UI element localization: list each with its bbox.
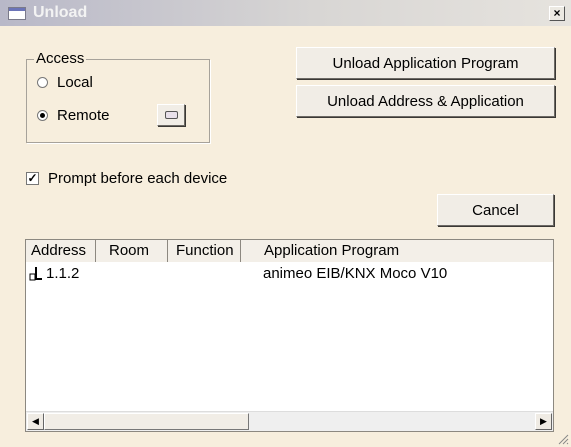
access-legend: Access [34,50,87,67]
radio-local-label: Local [57,74,93,91]
radio-local[interactable]: Local [37,74,93,91]
radio-remote-circle[interactable] [37,110,48,121]
column-application-program[interactable]: Application Program [259,240,553,262]
radio-remote[interactable]: Remote [37,107,110,124]
prompt-label: Prompt before each device [48,170,228,187]
access-groupbox [26,59,210,143]
connection-settings-button[interactable] [157,104,185,126]
scroll-left-button[interactable]: ◀ [27,413,44,430]
unload-application-button[interactable]: Unload Application Program [296,47,555,79]
title-bar[interactable]: Unload × [0,0,571,26]
prompt-checkbox-row[interactable]: ✓ Prompt before each device [26,170,227,187]
prompt-checkbox[interactable]: ✓ [26,172,39,185]
port-icon [164,111,178,119]
row-application: animeo EIB/KNX Moco V10 [263,265,448,282]
scroll-thumb[interactable] [44,413,249,430]
unload-address-application-button[interactable]: Unload Address & Application [296,85,555,117]
window-title: Unload [33,4,88,21]
device-list[interactable]: Address Room Function Application Progra… [25,239,554,432]
close-button[interactable]: × [549,6,565,21]
table-row[interactable]: 1.1.2 animeo EIB/KNX Moco V10 [26,264,553,284]
column-function[interactable]: Function [171,240,241,262]
cancel-button[interactable]: Cancel [437,194,554,226]
device-icon [29,267,42,281]
scroll-right-button[interactable]: ▶ [535,413,552,430]
radio-remote-label: Remote [57,107,110,124]
column-address[interactable]: Address [26,240,96,262]
resize-grip-icon[interactable] [557,433,569,445]
window-icon [8,7,26,20]
row-address: 1.1.2 [46,265,80,282]
radio-local-circle[interactable] [37,77,48,88]
column-room[interactable]: Room [104,240,168,262]
horizontal-scrollbar[interactable]: ◀ ▶ [26,411,553,431]
list-header: Address Room Function Application Progra… [26,240,553,262]
